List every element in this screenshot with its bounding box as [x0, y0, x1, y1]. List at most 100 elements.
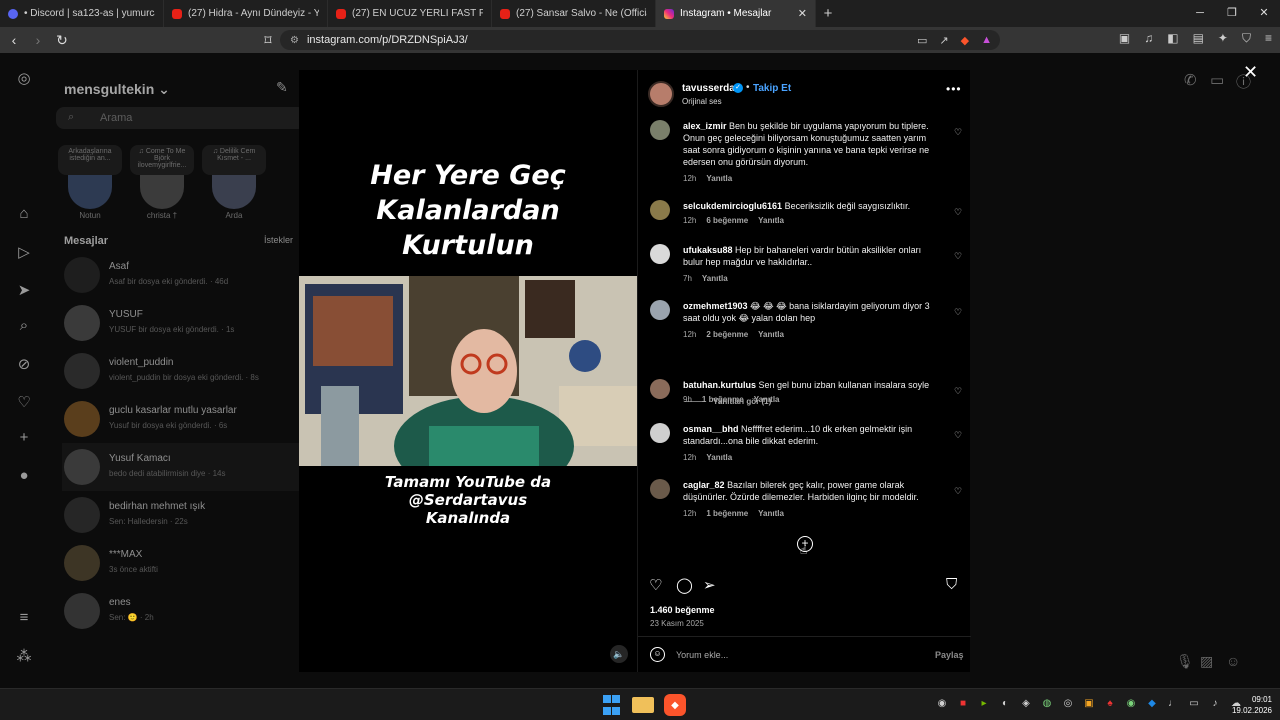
comment-username[interactable]: ufukaksu88	[683, 245, 733, 255]
instagram-logo-icon[interactable]: ◎	[15, 69, 33, 87]
save-icon[interactable]: ⛉	[946, 576, 957, 593]
sticker-icon[interactable]: ☺	[1226, 653, 1240, 669]
forward-icon[interactable]: ›	[28, 32, 48, 48]
close-modal-icon[interactable]: ✕	[1243, 62, 1258, 83]
comment-likes[interactable]: 6 beğenme	[706, 216, 748, 225]
audio-call-icon[interactable]: ✆	[1184, 71, 1197, 89]
comment-icon[interactable]: ◯	[676, 576, 693, 594]
comment-username[interactable]: ozmehmet1903	[683, 301, 748, 311]
account-switcher[interactable]: mensgultekin ⌄	[64, 81, 170, 98]
maximize-icon[interactable]: ❐	[1216, 0, 1248, 27]
new-tab-button[interactable]: +	[816, 5, 840, 22]
tab-youtube-hidra[interactable]: (27) Hidra - Aynı Dündeyiz - YouTube	[164, 0, 328, 27]
conversation-item[interactable]: YUSUF YUSUF bir dosya eki gönderdi. · 1s	[62, 299, 312, 347]
conversation-item[interactable]: Asaf Asaf bir dosya eki gönderdi. · 46d	[62, 251, 312, 299]
app-tray-icon[interactable]: ♠	[1104, 698, 1116, 709]
conversation-item[interactable]: bedirhan mehmet ışık Sen: Halledersin · 2…	[62, 491, 312, 539]
microphone-icon[interactable]: ♩	[1167, 698, 1179, 709]
search-icon[interactable]: ⌕	[15, 317, 33, 335]
comment-username[interactable]: selcukdemircioglu6161	[683, 201, 782, 211]
comment-username[interactable]: alex_izmir	[683, 121, 727, 131]
volume-icon[interactable]: 🔈	[610, 645, 628, 663]
wallet-icon[interactable]: ▤	[1193, 31, 1204, 46]
like-comment-icon[interactable]: ♡	[954, 127, 962, 138]
reply-button[interactable]: Yanıtla	[758, 330, 784, 339]
notifications-icon[interactable]: ♡	[15, 393, 33, 411]
conversation-item[interactable]: guclu kasarlar mutlu yasarlar Yusuf bir d…	[62, 395, 312, 443]
conversation-item[interactable]: Yusuf Kamacı bedo dedi atabilirmisin diye…	[62, 443, 312, 491]
nvidia-icon[interactable]: ▸	[978, 698, 990, 709]
app-tray-icon[interactable]: ◍	[1041, 698, 1053, 709]
comment-likes[interactable]: 2 beğenme	[706, 330, 748, 339]
tab-instagram[interactable]: Instagram • Mesajlar ✕	[656, 0, 816, 27]
image-upload-icon[interactable]: ▨	[1200, 653, 1213, 670]
conversation-item[interactable]: ***MAX 3s önce aktifti	[62, 539, 312, 587]
avatar[interactable]	[650, 479, 670, 499]
tab-youtube-fastfood[interactable]: (27) EN UCUZ YERLİ FAST FOOD MEN	[328, 0, 492, 27]
apps-icon[interactable]: ⁂	[15, 647, 33, 665]
messages-icon[interactable]: ➤	[15, 281, 33, 299]
site-settings-icon[interactable]: ⚙	[290, 35, 299, 46]
back-icon[interactable]: ‹	[4, 32, 24, 48]
like-comment-icon[interactable]: ♡	[954, 207, 962, 218]
create-icon[interactable]: +	[15, 429, 33, 447]
avatar[interactable]	[650, 244, 670, 264]
like-comment-icon[interactable]: ♡	[954, 251, 962, 262]
file-explorer-icon[interactable]	[632, 697, 654, 713]
note-item[interactable]: Arkadaşlarına istediğin an... Notun	[58, 145, 122, 220]
reply-button[interactable]: Yanıtla	[702, 274, 728, 283]
screenshot-icon[interactable]: ▣	[1119, 31, 1130, 46]
comment-likes[interactable]: 1 beğenme	[706, 509, 748, 518]
steam-icon[interactable]: ◉	[936, 698, 948, 709]
like-count[interactable]: 1.460 beğenme	[650, 605, 715, 615]
discord-tray-icon[interactable]: ◐	[999, 698, 1011, 709]
new-message-icon[interactable]: ✎	[276, 79, 288, 96]
more-options-icon[interactable]: •••	[946, 82, 962, 96]
comment-input[interactable]: Yorum ekle...	[676, 650, 728, 660]
reply-button[interactable]: Yanıtla	[758, 509, 784, 518]
reply-button[interactable]: Yanıtla	[758, 216, 784, 225]
audio-label[interactable]: Orijinal ses	[682, 97, 722, 106]
cast-icon[interactable]: ▭	[917, 34, 927, 47]
author-username[interactable]: tavusserdar	[682, 83, 739, 94]
comment-likes[interactable]: 1 beğenme	[702, 395, 744, 404]
url-field[interactable]: ⚙ instagram.com/p/DRZDNSpiAJ3/ ▭ ↗ ◆ ▲	[280, 30, 1000, 50]
like-comment-icon[interactable]: ♡	[954, 430, 962, 441]
brave-browser-icon[interactable]: ◆	[664, 694, 686, 716]
like-icon[interactable]: ♡	[649, 576, 662, 594]
system-clock[interactable]: 09:01 19.02.2026	[1232, 694, 1272, 716]
note-item[interactable]: ♫ Delilik Cem Kısmet - ... Arda	[202, 145, 266, 220]
avatar[interactable]	[650, 200, 670, 220]
vpn-icon[interactable]: ⛉	[1242, 31, 1251, 46]
voice-message-icon[interactable]: 🎙	[1176, 653, 1194, 670]
like-comment-icon[interactable]: ♡	[954, 307, 962, 318]
home-icon[interactable]: ⌂	[15, 205, 33, 223]
note-item[interactable]: ♫ Come To Me Björk ilovemygirlfrie... chr…	[130, 145, 194, 220]
reels-icon[interactable]: ▷	[15, 243, 33, 261]
brave-shields-icon[interactable]: ◆	[961, 34, 969, 47]
reload-icon[interactable]: ↻	[52, 32, 72, 49]
rewards-icon[interactable]: ▲	[981, 34, 992, 47]
search-input[interactable]: ⌕ Arama	[56, 107, 306, 129]
network-icon[interactable]: ▭	[1188, 698, 1200, 709]
reply-button[interactable]: Yanıtla	[706, 174, 732, 183]
reel-video[interactable]: Her Yere Geç Kalanlardan Kurtulun Tamamı…	[299, 70, 637, 672]
avatar[interactable]	[650, 300, 670, 320]
explore-icon[interactable]: ⊘	[15, 355, 33, 373]
media-icon[interactable]: ♫	[1144, 31, 1153, 46]
share-icon[interactable]: ➢	[703, 576, 716, 594]
follow-button[interactable]: Takip Et	[753, 83, 791, 94]
menu-icon[interactable]: ≡	[1265, 31, 1272, 46]
avatar[interactable]	[650, 379, 670, 399]
requests-link[interactable]: İstekler	[264, 235, 293, 245]
post-comment-button[interactable]: Paylaş	[935, 650, 964, 660]
video-call-icon[interactable]: ▭	[1210, 71, 1224, 89]
emoji-picker-icon[interactable]: ☺	[650, 647, 665, 662]
avatar[interactable]	[650, 120, 670, 140]
reply-button[interactable]: Yanıtla	[754, 395, 780, 404]
like-comment-icon[interactable]: ♡	[954, 486, 962, 497]
app-tray-icon[interactable]: ▣	[1083, 698, 1095, 709]
like-comment-icon[interactable]: ♡	[954, 386, 962, 397]
volume-icon[interactable]: ♪	[1209, 698, 1221, 709]
conversation-item[interactable]: violent_puddin violent_puddin bir dosya e…	[62, 347, 312, 395]
